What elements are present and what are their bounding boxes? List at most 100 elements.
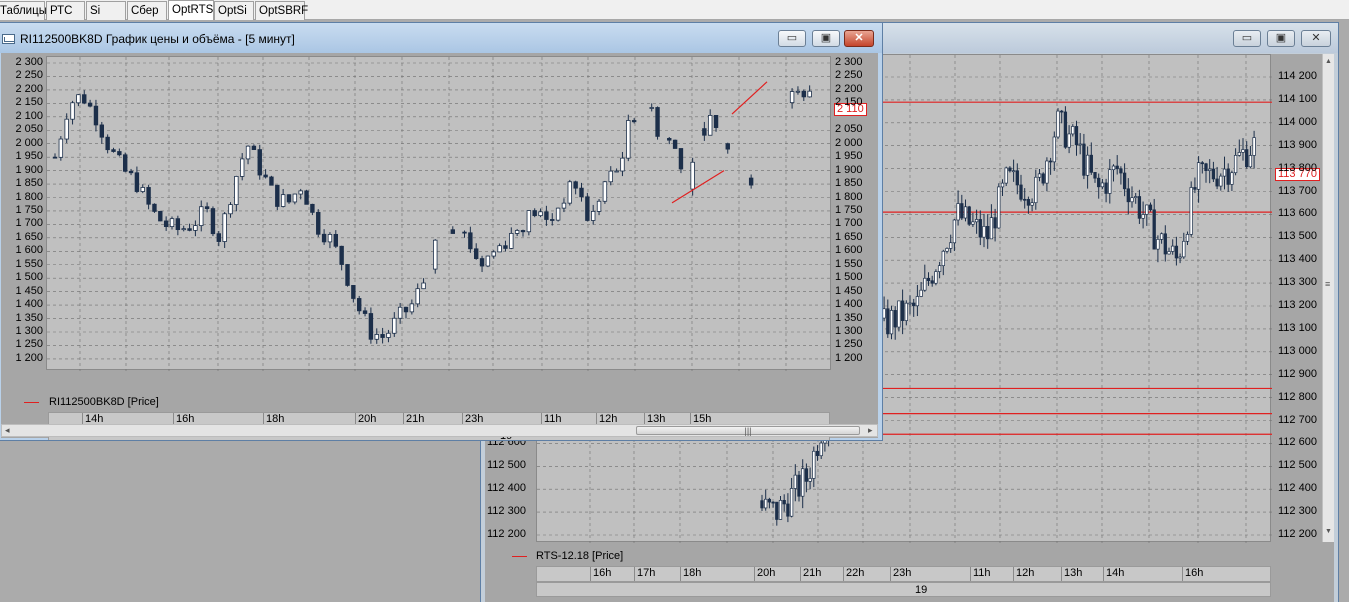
candle <box>952 218 957 252</box>
y-axis-label: 112 200 <box>487 528 526 540</box>
option-legend: RI112500BK8D [Price] <box>49 396 159 408</box>
candle <box>52 153 58 159</box>
candle <box>771 501 775 508</box>
candle <box>1023 188 1027 209</box>
y-axis-label: 1 950 <box>835 150 863 163</box>
candle <box>912 298 916 317</box>
candle <box>626 114 631 162</box>
tab-si[interactable]: Si <box>86 1 126 20</box>
candle <box>1097 173 1101 199</box>
close-button[interactable]: ✕ <box>844 30 874 47</box>
y-axis-label: 1 200 <box>15 351 43 364</box>
candle <box>199 200 204 232</box>
candle <box>620 151 625 177</box>
candle <box>789 477 794 518</box>
candle <box>1056 108 1060 140</box>
candle <box>631 118 637 124</box>
y-axis-label: 1 750 <box>835 203 863 216</box>
scroll-right-icon[interactable]: ▸ <box>868 425 873 436</box>
candle <box>702 121 707 141</box>
candle <box>64 113 69 143</box>
trend-line <box>731 81 768 115</box>
scroll-left-icon[interactable]: ◂ <box>5 425 10 436</box>
candle <box>937 261 942 279</box>
candle <box>1115 155 1119 175</box>
option-horizontal-scrollbar[interactable]: ◂ ||| ▸ <box>1 424 878 437</box>
candle <box>1200 161 1204 174</box>
scroll-grip-icon[interactable]: ≡ <box>1325 279 1330 289</box>
y-axis-label: 1 550 <box>15 257 43 270</box>
tab-optsbrf[interactable]: OptSBRF <box>255 1 308 20</box>
time-axis-label: 20h <box>754 567 775 581</box>
y-axis-label: 113 600 <box>1278 207 1317 220</box>
candle <box>70 100 75 125</box>
y-axis-label: 1 450 <box>835 284 863 297</box>
rts-vertical-scrollbar[interactable]: ▲ ≡ ▼ <box>1322 54 1334 542</box>
y-axis-label: 1 900 <box>15 163 43 176</box>
candle <box>1074 120 1079 156</box>
candle <box>1137 189 1142 224</box>
candle <box>403 306 409 319</box>
window-title: RI112500BK8D График цены и объёма - [5 м… <box>20 32 295 46</box>
y-axis-label: 112 300 <box>1278 505 1317 518</box>
maximize-button[interactable]: ▣ <box>1267 30 1295 47</box>
time-axis-label: 22h <box>843 567 864 581</box>
y-axis-label: 2 000 <box>835 136 863 149</box>
tab-optrts[interactable]: OptRTS <box>168 0 214 20</box>
candle <box>509 227 514 250</box>
candle <box>986 214 990 249</box>
candle <box>356 295 362 315</box>
candle <box>58 136 64 161</box>
y-axis-label: 1 300 <box>835 325 863 337</box>
minimize-button[interactable]: ▭ <box>1233 30 1261 47</box>
y-axis-label: 2 050 <box>15 123 43 136</box>
y-axis-label: 1 200 <box>835 351 863 364</box>
candle <box>889 305 894 340</box>
candle <box>886 299 890 338</box>
minimize-button[interactable]: ▭ <box>778 30 806 47</box>
candle <box>128 168 134 176</box>
candle <box>934 269 938 286</box>
y-axis-label: 112 700 <box>1278 413 1317 426</box>
y-axis-label: 2 150 <box>835 96 863 109</box>
trend-line <box>671 170 725 204</box>
tab-sber[interactable]: Сбер <box>127 1 167 20</box>
candle <box>1152 198 1156 250</box>
tab-optsi[interactable]: OptSi <box>214 1 254 20</box>
candle <box>1111 164 1116 182</box>
candle <box>526 210 532 236</box>
candle <box>1230 170 1234 191</box>
candle <box>919 282 923 298</box>
candle <box>713 114 719 132</box>
candle <box>1141 201 1145 229</box>
y-axis-label: 1 250 <box>835 338 863 351</box>
tab-rts[interactable]: РТС <box>46 1 85 20</box>
candle <box>1093 172 1097 183</box>
candle <box>1034 169 1038 210</box>
tab-tables[interactable]: Таблицы <box>0 1 47 20</box>
candle <box>163 216 169 231</box>
maximize-icon: ▣ <box>820 32 832 44</box>
y-axis-label: 1 750 <box>15 203 43 216</box>
y-axis-label: 1 350 <box>15 311 43 324</box>
candle <box>485 255 491 268</box>
candle <box>997 183 1001 229</box>
candle <box>775 501 779 526</box>
candle <box>1167 247 1171 255</box>
close-icon: ✕ <box>854 32 864 44</box>
candle <box>989 204 994 240</box>
option-price-plot[interactable] <box>46 56 832 371</box>
y-axis-label: 113 200 <box>1278 299 1317 311</box>
candle <box>1189 181 1193 237</box>
option-chart-window[interactable]: RI112500BK8D График цены и объёма - [5 м… <box>0 22 883 441</box>
close-button[interactable]: ✕ <box>1301 30 1331 47</box>
candle <box>544 205 549 226</box>
candle <box>351 285 356 303</box>
scroll-thumb[interactable]: ||| <box>636 426 860 436</box>
scroll-down-icon[interactable]: ▼ <box>1325 528 1332 535</box>
y-axis-label: 1 500 <box>835 271 863 284</box>
maximize-button[interactable]: ▣ <box>812 30 840 47</box>
y-axis-label: 113 100 <box>1278 321 1317 334</box>
scroll-up-icon[interactable]: ▲ <box>1325 58 1332 65</box>
candle <box>140 184 145 194</box>
